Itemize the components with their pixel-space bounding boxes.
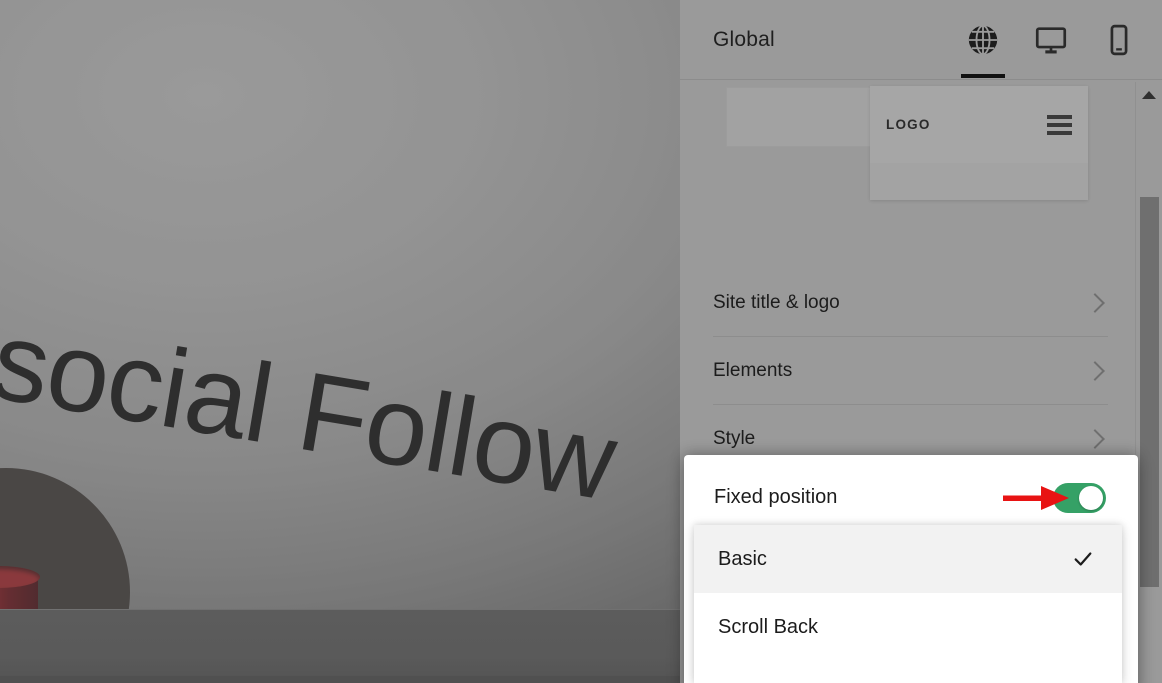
hamburger-icon bbox=[1047, 114, 1072, 135]
check-icon-placeholder bbox=[1072, 616, 1094, 638]
preview-floor-edge bbox=[0, 676, 682, 683]
settings-row-label: Site title & logo bbox=[713, 291, 840, 313]
toggle-knob bbox=[1079, 485, 1103, 510]
mobile-icon bbox=[1102, 23, 1136, 57]
chevron-right-icon bbox=[1085, 292, 1105, 313]
thumbnail-logo-text: LOGO bbox=[886, 117, 931, 132]
tab-global[interactable] bbox=[960, 0, 1006, 79]
settings-row-label: Style bbox=[713, 427, 756, 449]
thumbnail-header-card: LOGO bbox=[870, 86, 1088, 200]
chevron-right-icon bbox=[1085, 428, 1105, 449]
dropdown-option-basic[interactable]: Basic bbox=[694, 525, 1122, 593]
scroll-up-arrow-icon[interactable] bbox=[1136, 82, 1162, 108]
fixed-position-label: Fixed position bbox=[714, 486, 838, 508]
settings-row-site-title-logo[interactable]: Site title & logo bbox=[713, 269, 1108, 337]
page-title: Global bbox=[713, 27, 775, 51]
preview-floor bbox=[0, 609, 682, 683]
fixed-position-toggle[interactable] bbox=[1053, 482, 1106, 513]
settings-row-label: Elements bbox=[713, 359, 793, 381]
check-icon bbox=[1072, 548, 1094, 570]
tab-mobile[interactable] bbox=[1096, 0, 1142, 79]
panel-header: Global bbox=[680, 0, 1162, 80]
fixed-position-dropdown: Basic Scroll Back bbox=[694, 525, 1122, 683]
settings-row-list: Site title & logo Elements Style bbox=[680, 269, 1136, 472]
dropdown-option-scroll-back[interactable]: Scroll Back bbox=[694, 593, 1122, 661]
site-preview-canvas[interactable]: social Follow bbox=[0, 0, 682, 683]
app-window: social Follow Global LOGO Site title & l… bbox=[0, 0, 1162, 683]
settings-row-elements[interactable]: Elements bbox=[713, 337, 1108, 405]
globe-icon bbox=[966, 23, 1000, 57]
dropdown-option-label: Basic bbox=[718, 547, 767, 570]
scrollbar-thumb[interactable] bbox=[1140, 197, 1159, 587]
dropdown-option-label: Scroll Back bbox=[718, 615, 819, 638]
device-tab-group bbox=[960, 0, 1142, 79]
chevron-right-icon bbox=[1085, 360, 1105, 381]
panel-scrollbar[interactable] bbox=[1135, 82, 1162, 683]
tab-desktop[interactable] bbox=[1028, 0, 1074, 79]
thumbnail-header-bar: LOGO bbox=[870, 86, 1088, 163]
header-layout-thumbnail[interactable]: LOGO bbox=[680, 79, 1136, 209]
desktop-icon bbox=[1034, 23, 1068, 57]
